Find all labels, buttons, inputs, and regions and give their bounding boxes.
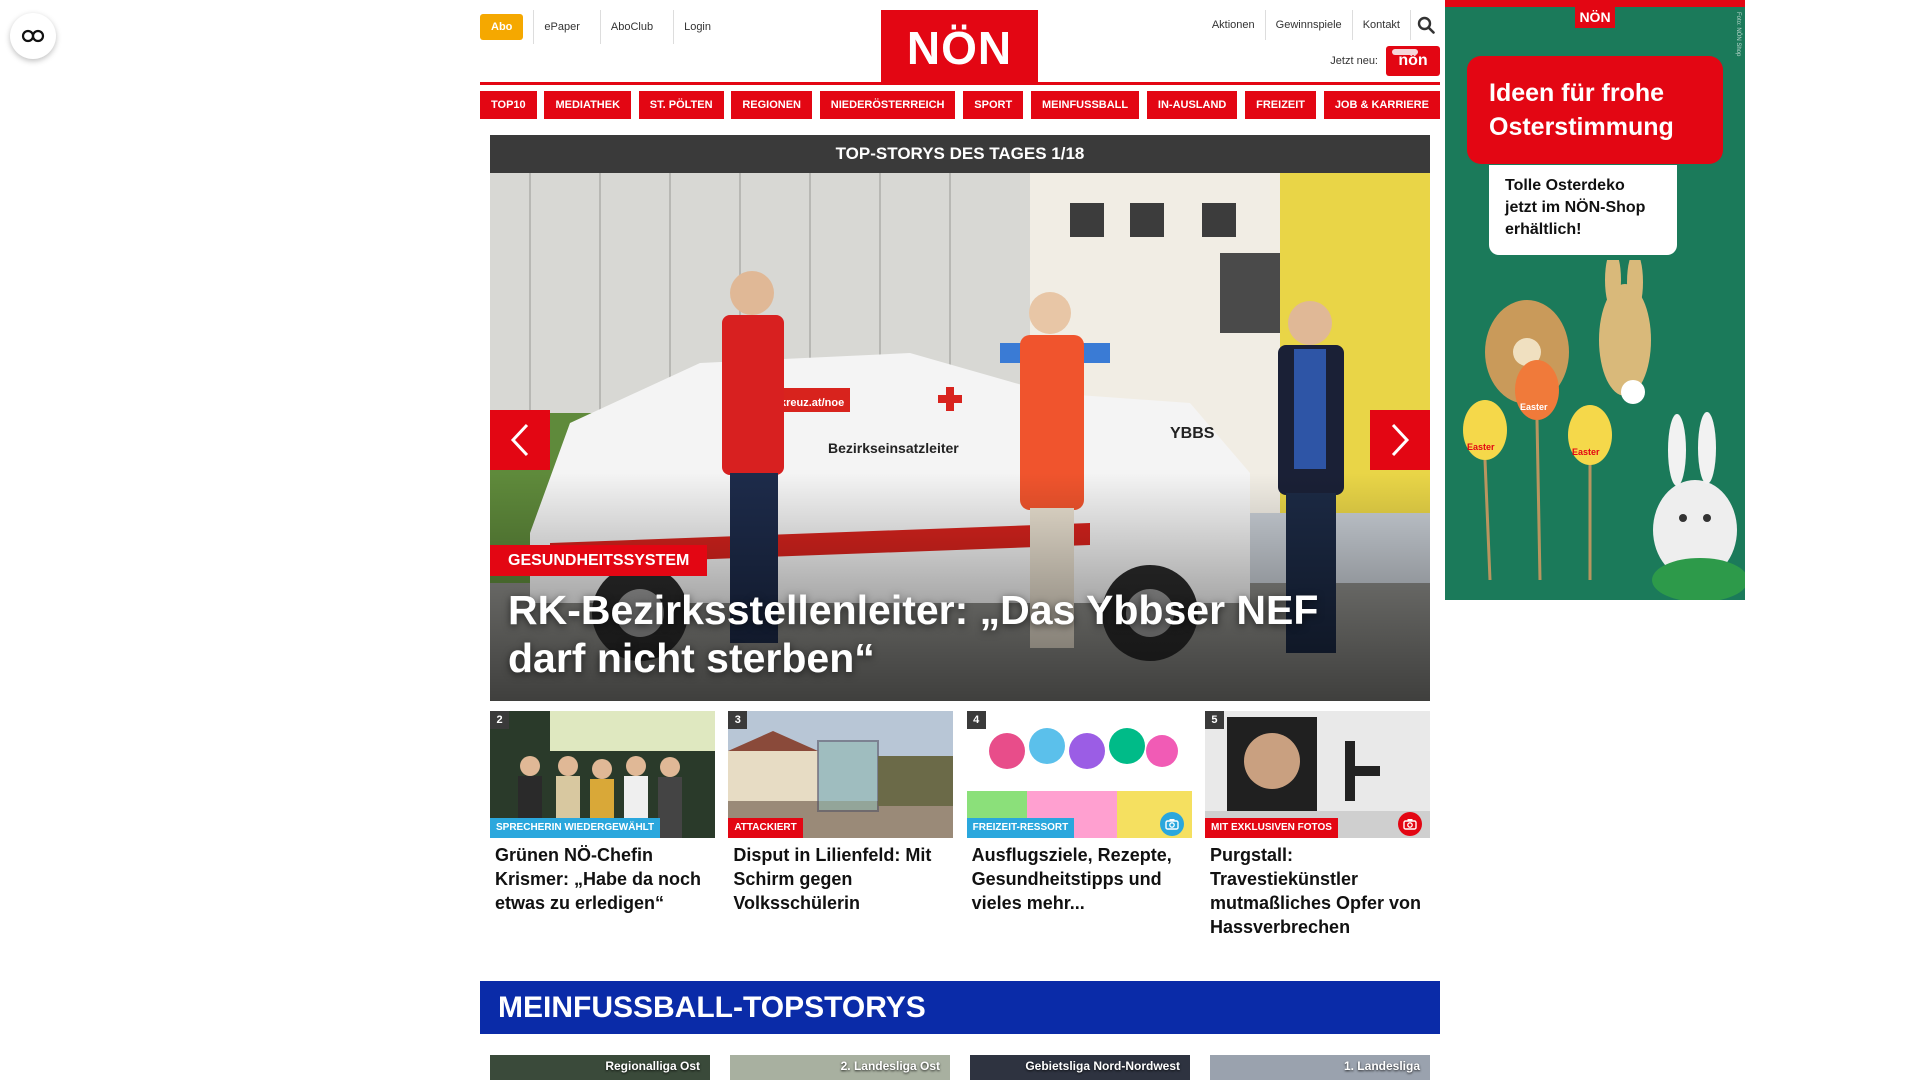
- football-league-label: 2. Landesliga Ost: [840, 1059, 940, 1073]
- ad-logo: NÖN: [1575, 6, 1615, 28]
- header-right-links: Aktionen Gewinnspiele Kontakt: [1202, 10, 1440, 40]
- story-tag: MIT EXKLUSIVEN FOTOS: [1204, 818, 1338, 838]
- gallery-badge: [1159, 812, 1184, 836]
- nav-item-regionen[interactable]: REGIONEN: [731, 91, 813, 119]
- epaper-link[interactable]: ePaper: [533, 10, 589, 44]
- car-plate-label: YBBS: [1170, 425, 1215, 442]
- main-nav: TOP10 MEDIATHEK ST. PÖLTEN REGIONEN NIED…: [480, 91, 1440, 119]
- story-card-image: 5 MIT EXKLUSIVEN FOTOS: [1204, 711, 1430, 838]
- story-card-image: 2 SPRECHERIN WIEDERGEWÄHLT: [490, 711, 715, 838]
- football-card[interactable]: Gebietsliga Nord-Nordwest: [970, 1055, 1190, 1080]
- jetzt-neu: Jetzt neu: nön: [1330, 46, 1440, 76]
- top-story-cards: 2 SPRECHERIN WIEDERGEWÄHLT Grünen NÖ-Che…: [490, 711, 1430, 939]
- story-title[interactable]: Grünen NÖ-Chefin Krismer: „Habe da noch …: [490, 838, 715, 915]
- story-card[interactable]: 5 MIT EXKLUSIVEN FOTOS Purgstall: Traves…: [1204, 711, 1430, 939]
- story-rank: 5: [1204, 711, 1224, 729]
- kontakt-link[interactable]: Kontakt: [1351, 10, 1410, 40]
- header-left-links: Abo ePaper AboClub Login: [480, 10, 721, 44]
- nav-item-in-ausland[interactable]: IN-AUSLAND: [1146, 91, 1238, 119]
- hero-category[interactable]: GESUNDHEITSSYSTEM: [490, 545, 708, 576]
- story-rank: 3: [728, 711, 748, 729]
- nav-item-sport[interactable]: SPORT: [963, 91, 1024, 119]
- story-card[interactable]: 2 SPRECHERIN WIEDERGEWÄHLT Grünen NÖ-Che…: [490, 711, 715, 939]
- ad-headline: Ideen für frohe Osterstimmung: [1467, 56, 1723, 164]
- story-tag: ATTACKIERT: [728, 818, 803, 838]
- car-label: Bezirkseinsatzleiter: [828, 440, 959, 456]
- nav-item-mediathek[interactable]: MEDIATHEK: [544, 91, 632, 119]
- football-cards: Regionalliga Ost 2. Landesliga Ost Gebie…: [490, 1055, 1430, 1080]
- car-url-label: kreuz.at/noe: [780, 397, 844, 409]
- gewinnspiele-link[interactable]: Gewinnspiele: [1264, 10, 1352, 40]
- chevron-left-icon: [510, 423, 529, 457]
- search-icon: [1417, 16, 1435, 34]
- hero-title[interactable]: RK-Bezirksstellenleiter: „Das Ybbser NEF…: [508, 586, 1388, 682]
- football-card[interactable]: 2. Landesliga Ost: [730, 1055, 950, 1080]
- story-rank: 2: [490, 711, 509, 729]
- story-card[interactable]: 4 FREIZEIT-RESSORT Ausflugsziele, Rezept…: [966, 711, 1192, 939]
- nav-item-top10[interactable]: TOP10: [480, 91, 537, 119]
- story-card-image: 4 FREIZEIT-RESSORT: [966, 711, 1192, 838]
- jetzt-neu-logo[interactable]: nön: [1386, 46, 1440, 76]
- advertisement-banner[interactable]: NÖN Foto: NÖN Shop Ideen für frohe Oster…: [1445, 0, 1745, 600]
- egg-label: Easter: [1520, 402, 1548, 412]
- chevron-right-icon: [1391, 423, 1410, 457]
- header-divider: [480, 82, 1440, 85]
- accessibility-button[interactable]: [10, 13, 56, 59]
- abo-button[interactable]: Abo: [480, 14, 524, 40]
- football-section-title[interactable]: MEINFUSSBALL-TOPSTORYS: [480, 981, 1440, 1034]
- easter-decor-image: Easter Easter Easter: [1463, 260, 1745, 600]
- nav-item-job-karriere[interactable]: JOB & KARRIERE: [1323, 91, 1440, 119]
- egg-label: Easter: [1572, 447, 1600, 457]
- hero-carousel: TOP-STORYS DES TAGES 1/18 Bezirkseinsatz…: [490, 135, 1430, 701]
- story-tag: SPRECHERIN WIEDERGEWÄHLT: [490, 818, 661, 838]
- aboclub-link[interactable]: AboClub: [599, 10, 663, 44]
- egg-label: Easter: [1467, 442, 1495, 452]
- nav-item-st-poelten[interactable]: ST. PÖLTEN: [638, 91, 724, 119]
- nav-item-freizeit[interactable]: FREIZEIT: [1245, 91, 1317, 119]
- football-league-label: 1. Landesliga: [1343, 1059, 1420, 1073]
- story-title[interactable]: Disput in Lilienfeld: Mit Schirm gegen V…: [728, 838, 953, 915]
- login-link[interactable]: Login: [673, 10, 721, 44]
- site-header: Abo ePaper AboClub Login NÖN Aktionen Ge…: [480, 0, 1440, 85]
- story-tag: FREIZEIT-RESSORT: [966, 818, 1075, 838]
- story-title[interactable]: Purgstall: Travestiekünstler mutmaßliche…: [1205, 838, 1430, 939]
- hero-header: TOP-STORYS DES TAGES 1/18: [490, 135, 1430, 173]
- hero-slide[interactable]: Bezirkseinsatzleiter YBBS kreuz.at/noe G…: [490, 173, 1430, 701]
- camera-icon: [1403, 819, 1417, 830]
- ad-subtext: Tolle Osterdeko jetzt im NÖN-Shop erhält…: [1489, 165, 1677, 255]
- nav-item-niederoesterreich[interactable]: NIEDERÖSTERREICH: [819, 91, 956, 119]
- football-card[interactable]: 1. Landesliga: [1210, 1055, 1430, 1080]
- site-logo[interactable]: NÖN: [881, 10, 1038, 85]
- main-content: Abo ePaper AboClub Login NÖN Aktionen Ge…: [480, 0, 1440, 1080]
- football-card[interactable]: Regionalliga Ost: [490, 1055, 710, 1080]
- carousel-prev-button[interactable]: [490, 410, 550, 470]
- search-button[interactable]: [1410, 10, 1440, 40]
- football-league-label: Gebietsliga Nord-Nordwest: [1025, 1059, 1180, 1073]
- story-card-image: 3 ATTACKIERT: [728, 711, 954, 838]
- story-title[interactable]: Ausflugsziele, Rezepte, Gesundheitstipps…: [967, 838, 1192, 915]
- carousel-next-button[interactable]: [1370, 410, 1430, 470]
- gallery-badge: [1397, 812, 1422, 836]
- football-league-label: Regionalliga Ost: [605, 1059, 700, 1073]
- jetzt-neu-label: Jetzt neu:: [1330, 55, 1378, 67]
- ad-credit: Foto: NÖN Shop: [1735, 12, 1741, 57]
- story-rank: 4: [966, 711, 986, 729]
- nav-item-meinfussball[interactable]: MEINFUSSBALL: [1030, 91, 1140, 119]
- story-card[interactable]: 3 ATTACKIERT Disput in Lilienfeld: Mit S…: [728, 711, 954, 939]
- camera-icon: [1164, 819, 1179, 830]
- glasses-icon: [21, 29, 45, 43]
- aktionen-link[interactable]: Aktionen: [1202, 10, 1265, 40]
